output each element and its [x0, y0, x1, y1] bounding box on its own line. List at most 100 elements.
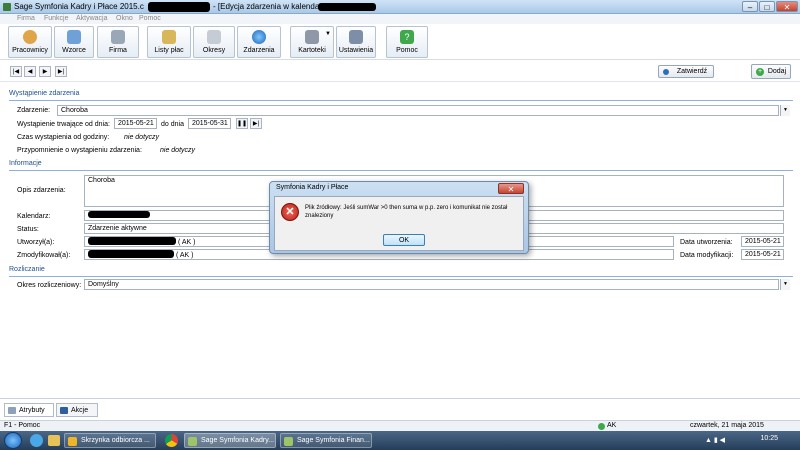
toolbar: Pracownicy Wzorce Firma Listy płac Okres…	[0, 24, 800, 60]
section-divider	[9, 276, 793, 277]
add-button[interactable]: + Dodaj	[751, 64, 791, 79]
user-icon	[598, 423, 605, 430]
event-label: Zdarzenie:	[17, 107, 51, 114]
section-title-occurrence: Wystąpienie zdarzenia	[9, 90, 80, 97]
taskbar-item-kadry[interactable]: Sage Symfonia Kadry...	[184, 433, 276, 448]
toolbar-button-pracownicy[interactable]: Pracownicy	[8, 26, 52, 58]
dialog-title: Symfonia Kadry i Płace	[276, 184, 349, 191]
chevron-down-icon[interactable]: ▼	[780, 279, 790, 290]
redacted-block	[88, 211, 150, 218]
taskbar-item-outlook[interactable]: Skrzynka odbiorcza ...	[64, 433, 156, 448]
tray-icons[interactable]: ▲ ▮ ◀	[705, 436, 747, 445]
period-label: Okres rozliczeniowy:	[17, 282, 82, 289]
time-value: nie dotyczy	[124, 134, 160, 141]
close-button[interactable]: ✕	[776, 1, 798, 12]
modified-date-label: Data modyfikacji:	[680, 252, 734, 259]
maximize-button[interactable]: □	[759, 1, 775, 12]
menu-firma[interactable]: Firma	[17, 15, 35, 22]
redacted-block	[148, 2, 210, 12]
toolbar-button-listy-plac[interactable]: Listy płac	[147, 26, 191, 58]
period-select[interactable]: Domyślny	[84, 279, 779, 290]
menu-funkcje[interactable]: Funkcje	[44, 15, 69, 22]
taskbar-item-finanse[interactable]: Sage Symfonia Finan...	[280, 433, 372, 448]
redacted-block	[88, 237, 176, 245]
symfonia-icon	[284, 437, 293, 446]
help-hint: F1 - Pomoc	[4, 422, 41, 429]
start-button[interactable]	[4, 432, 22, 449]
toolbar-button-pomoc[interactable]: ? Pomoc	[386, 26, 428, 58]
description-label: Opis zdarzenia:	[17, 187, 66, 194]
next-record-button[interactable]: ▶	[39, 66, 51, 77]
modified-by-label: Zmodyfikował(a):	[17, 252, 71, 259]
modified-date-field: 2015-05-21	[741, 249, 784, 260]
attributes-icon	[8, 407, 16, 414]
window-subtitle: - [Edycja zdarzenia w kalendarzu	[213, 2, 331, 11]
chevron-down-icon[interactable]: ▼	[780, 105, 790, 116]
redacted-block	[318, 3, 376, 11]
date-to-field[interactable]: 2015-05-31	[188, 118, 231, 129]
confirm-button[interactable]: Zatwierdź	[658, 65, 714, 78]
dialog-close-button[interactable]: ✕	[498, 183, 524, 194]
actions-icon	[60, 407, 68, 414]
status-label: Status:	[17, 226, 39, 233]
ok-button[interactable]: OK	[383, 234, 425, 246]
help-icon: ?	[400, 30, 414, 44]
payroll-icon	[162, 30, 176, 44]
title-bar: Sage Symfonia Kadry i Płace 2015.c - [Ed…	[0, 0, 800, 14]
template-icon	[67, 30, 81, 44]
menu-pomoc[interactable]: Pomoc	[139, 15, 161, 22]
section-divider	[9, 100, 793, 101]
tab-akcje[interactable]: Akcje	[56, 403, 98, 417]
duration-label: Wystąpienie trwające od dnia:	[17, 121, 110, 128]
dialog-message: Plik źródłowy: Jeśli sumWar >0 then suma…	[305, 205, 508, 219]
modified-by-suffix: ( AK )	[176, 252, 194, 259]
menu-aktywacja[interactable]: Aktywacja	[76, 15, 108, 22]
created-by-label: Utworzył(a):	[17, 239, 55, 246]
globe-icon	[252, 30, 266, 44]
skip-forward-icon[interactable]: ▶|	[250, 118, 262, 129]
toolbar-button-ustawienia[interactable]: Ustawienia	[336, 26, 376, 58]
menu-bar: Firma Funkcje Aktywacja Okno Pomoc	[0, 14, 800, 24]
taskbar-clock[interactable]: 10:25	[760, 435, 778, 442]
created-date-field: 2015-05-21	[741, 236, 784, 247]
toolbar-button-firma[interactable]: Firma	[97, 26, 139, 58]
plus-icon: +	[756, 68, 764, 76]
taskbar: Skrzynka odbiorcza ... Sage Symfonia Kad…	[0, 431, 800, 450]
calendar-icon	[207, 30, 221, 44]
chrome-icon[interactable]	[165, 434, 178, 447]
ie-icon[interactable]	[30, 434, 43, 447]
bottom-tabs: Atrybuty Akcje	[0, 398, 800, 420]
prev-record-button[interactable]: ◀	[24, 66, 36, 77]
toolbar-button-kartoteki[interactable]: ▼ Kartoteki	[290, 26, 334, 58]
toolbar-button-okresy[interactable]: Okresy	[193, 26, 235, 58]
user-icon	[23, 30, 37, 44]
dialog-body: ✕ Plik źródłowy: Jeśli sumWar >0 then su…	[274, 196, 524, 251]
window-title: Sage Symfonia Kadry i Płace 2015.c	[14, 2, 144, 11]
minimize-button[interactable]: –	[742, 1, 758, 12]
date-from-field[interactable]: 2015-05-21	[114, 118, 157, 129]
confirm-icon	[663, 69, 669, 75]
symfonia-icon	[188, 437, 197, 446]
tools-icon	[349, 30, 363, 44]
calendar-label: Kalendarz:	[17, 213, 51, 220]
menu-okno[interactable]: Okno	[116, 15, 133, 22]
time-label: Czas wystąpienia od godziny:	[17, 134, 110, 141]
section-title-settlement: Rozliczanie	[9, 266, 45, 273]
pause-icon[interactable]: ❚❚	[236, 118, 248, 129]
section-title-info: Informacje	[9, 160, 42, 167]
building-icon	[111, 30, 125, 44]
status-user: AK	[607, 422, 617, 429]
explorer-icon[interactable]	[48, 435, 60, 446]
tab-atrybuty[interactable]: Atrybuty	[4, 403, 54, 417]
toolbar-button-zdarzenia[interactable]: Zdarzenia	[237, 26, 281, 58]
last-record-button[interactable]: ▶|	[55, 66, 67, 77]
created-by-suffix: ( AK )	[178, 239, 196, 246]
to-label: do dnia	[161, 121, 184, 128]
error-icon: ✕	[281, 203, 299, 221]
toolbar-button-wzorce[interactable]: Wzorce	[54, 26, 94, 58]
first-record-button[interactable]: |◀	[10, 66, 22, 77]
reminder-value: nie dotyczy	[160, 147, 196, 154]
section-divider	[9, 170, 793, 171]
event-select[interactable]: Choroba	[57, 105, 779, 116]
app-icon	[3, 3, 11, 11]
